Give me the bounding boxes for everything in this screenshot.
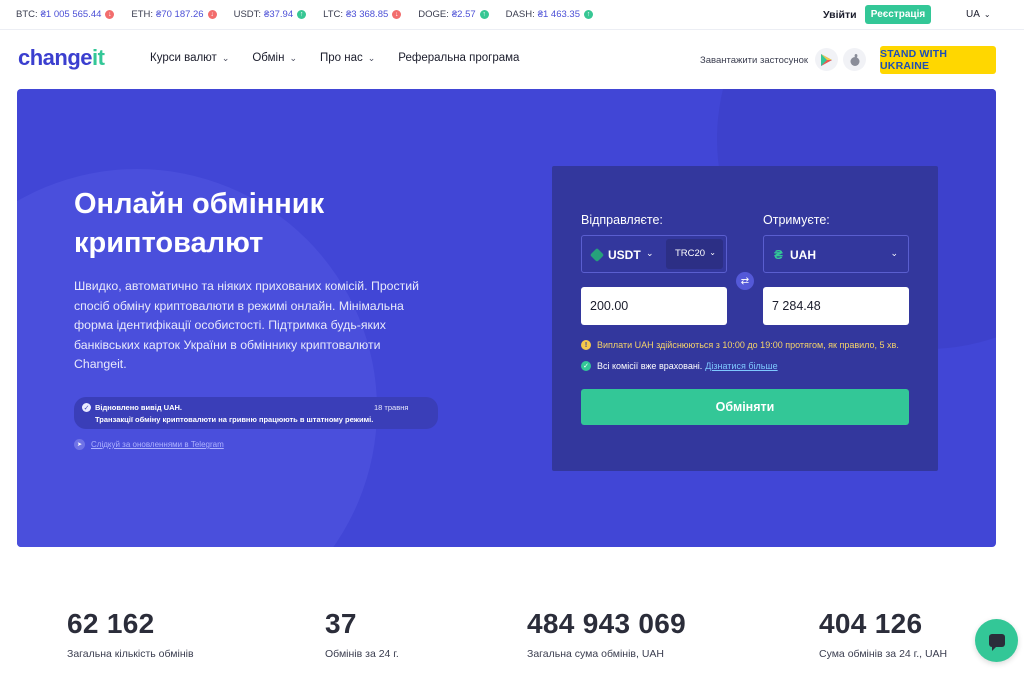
site-header: changeit Курси валют ⌄ Обмін ⌄ Про нас ⌄ Ре… [0, 30, 1024, 88]
notice-date: 18 травня [374, 403, 409, 412]
arrow-down-icon: ↓ [392, 10, 402, 19]
ticker-item-dash[interactable]: DASH: ₴1 463.35 ↑ [506, 9, 593, 20]
ticker-value: ₴70 187.26 [156, 9, 204, 20]
stat-value: 484 943 069 [527, 608, 687, 639]
hero-description: Швидко, автоматично та ніяких прихованих… [74, 279, 420, 371]
stat-value: 62 162 [67, 608, 155, 639]
stat-value: 404 126 [819, 608, 923, 639]
stat-total-exchanges: 62 162 Загальна кількість обмінів [67, 608, 194, 660]
chevron-down-icon: ⌄ [709, 248, 716, 257]
network-label: TRC20 [675, 248, 706, 259]
hero-title: Онлайн обмінник криптовалют [74, 188, 325, 259]
ticker-symbol: DOGE: [418, 9, 449, 20]
google-play-icon[interactable] [815, 48, 838, 71]
ticker-value: ₴37.94 [264, 9, 294, 20]
login-link[interactable]: Увійти [823, 9, 857, 21]
send-amount-input[interactable] [581, 287, 727, 325]
exchange-form: Відправляєте: Отримуєте: USDT ⌄ TRC20 ⌄ … [552, 166, 938, 471]
network-select[interactable]: TRC20 ⌄ [666, 239, 723, 269]
nav-label: Про нас [320, 52, 363, 64]
ticker-symbol: LTC: [323, 9, 343, 20]
receive-label: Отримуєте: [763, 213, 830, 227]
arrow-down-icon: ↓ [105, 10, 115, 19]
nav-item-about[interactable]: Про нас ⌄ [320, 52, 375, 64]
send-currency-select[interactable]: USDT ⌄ TRC20 ⌄ [581, 235, 727, 273]
telegram-icon: ➤ [74, 439, 85, 450]
stat-total-sum: 484 943 069 Загальна сума обмінів, UAH [527, 608, 686, 660]
chat-icon[interactable] [975, 619, 1018, 662]
logo-text: change [18, 45, 93, 70]
chevron-down-icon: ⌄ [983, 10, 991, 19]
telegram-link-text: Слідкуй за оновленнями в Telegram [91, 440, 224, 449]
exchange-button[interactable]: Обміняти [581, 389, 909, 425]
send-currency-name: USDT [608, 248, 641, 262]
arrow-up-icon: ↑ [583, 10, 593, 19]
ticker-value: ₴3 368.85 [346, 9, 389, 20]
chevron-down-icon: ⌄ [367, 52, 376, 63]
main-nav: Курси валют ⌄ Обмін ⌄ Про нас ⌄ Реферальна … [150, 52, 542, 64]
stat-value: 37 [325, 608, 357, 639]
ticker-symbol: DASH: [505, 9, 535, 20]
ticker-value: ₴1 005 565.44 [40, 9, 102, 20]
ticker-item-ltc[interactable]: LTC: ₴3 368.85 ↓ [323, 9, 402, 20]
notice-title: Відновлено вивід UAH. [95, 403, 183, 412]
fees-learn-more-link[interactable]: Дізнатися більше [705, 361, 777, 371]
stat-caption: Загальна кількість обмінів [67, 648, 194, 660]
ticker-item-eth[interactable]: ETH: ₴70 187.26 ↓ [131, 9, 217, 20]
ticker-item-usdt[interactable]: USDT: ₴37.94 ↑ [234, 9, 307, 20]
stat-caption: Обмінів за 24 г. [325, 648, 399, 660]
status-notice: ✓ Відновлено вивід UAH. Транзакції обмін… [74, 397, 438, 429]
ticker-value: ₴2.57 [451, 9, 476, 20]
logo-accent: it [92, 45, 105, 70]
download-app-label: Завантажити застосунок [700, 55, 809, 66]
apple-icon[interactable] [843, 48, 866, 71]
fees-note: Всі комісії вже враховані. [597, 361, 703, 371]
tether-icon [589, 247, 605, 263]
receive-amount-input[interactable] [763, 287, 909, 325]
language-selector[interactable]: UA ⌄ [966, 9, 991, 20]
language-label: UA [966, 9, 980, 20]
nav-item-exchange[interactable]: Обмін ⌄ [252, 52, 297, 64]
send-label: Відправляєте: [581, 213, 663, 227]
chevron-down-icon: ⌄ [646, 248, 654, 258]
chevron-down-icon: ⌄ [289, 52, 297, 63]
stat-caption: Сума обмінів за 24 г., UAH [819, 648, 948, 660]
fees-info: ✓ Всі комісії вже враховані. Дізнатися б… [581, 361, 778, 371]
ticker-symbol: BTC: [16, 9, 38, 20]
nav-label: Курси валют [150, 52, 217, 64]
warning-icon: ! [581, 340, 591, 350]
nav-item-referral[interactable]: Реферальна програма [398, 52, 519, 64]
nav-label: Обмін [252, 52, 285, 64]
logo[interactable]: changeit [18, 45, 105, 71]
hryvnia-icon: ₴ [774, 247, 783, 262]
arrow-up-icon: ↑ [297, 10, 307, 19]
receive-currency-name: UAH [790, 248, 816, 262]
hero-section: Онлайн обмінник криптовалют Швидко, авто… [17, 89, 996, 547]
stand-with-ukraine-button[interactable]: STAND WITH UKRAINE [880, 46, 996, 74]
ticker-value: ₴1 463.35 [537, 9, 580, 20]
check-circle-icon: ✓ [581, 361, 591, 371]
arrow-up-icon: ↑ [479, 10, 489, 19]
ticker-symbol: USDT: [233, 9, 262, 20]
nav-item-rates[interactable]: Курси валют ⌄ [150, 52, 229, 64]
ticker-symbol: ETH: [131, 9, 154, 20]
check-circle-icon: ✓ [82, 403, 91, 412]
telegram-link[interactable]: ➤ Слідкуй за оновленнями в Telegram [74, 439, 224, 450]
chevron-down-icon: ⌄ [221, 52, 230, 63]
payout-info: ! Виплати UAH здійснюються з 10:00 до 19… [581, 340, 899, 350]
register-button[interactable]: Реєстрація [865, 5, 931, 24]
notice-text: Транзакції обміну криптовалюти на гривню… [95, 415, 374, 424]
chat-bubble-shape [988, 634, 1005, 651]
nav-label: Реферальна програма [398, 52, 520, 64]
payout-note: Виплати UAH здійснюються з 10:00 до 19:0… [597, 340, 899, 350]
arrow-down-icon: ↓ [207, 10, 217, 19]
ticker-item-doge[interactable]: DOGE: ₴2.57 ↑ [418, 9, 489, 20]
swap-icon[interactable]: ⇄ [736, 272, 754, 290]
stat-exchanges-24h: 37 Обмінів за 24 г. [325, 608, 399, 660]
stat-sum-24h: 404 126 Сума обмінів за 24 г., UAH [819, 608, 947, 660]
chevron-down-icon: ⌄ [890, 248, 898, 258]
stat-caption: Загальна сума обмінів, UAH [527, 648, 665, 660]
receive-currency-select[interactable]: ₴ UAH ⌄ [763, 235, 909, 273]
ticker-item-btc[interactable]: BTC: ₴1 005 565.44 ↓ [16, 9, 115, 20]
